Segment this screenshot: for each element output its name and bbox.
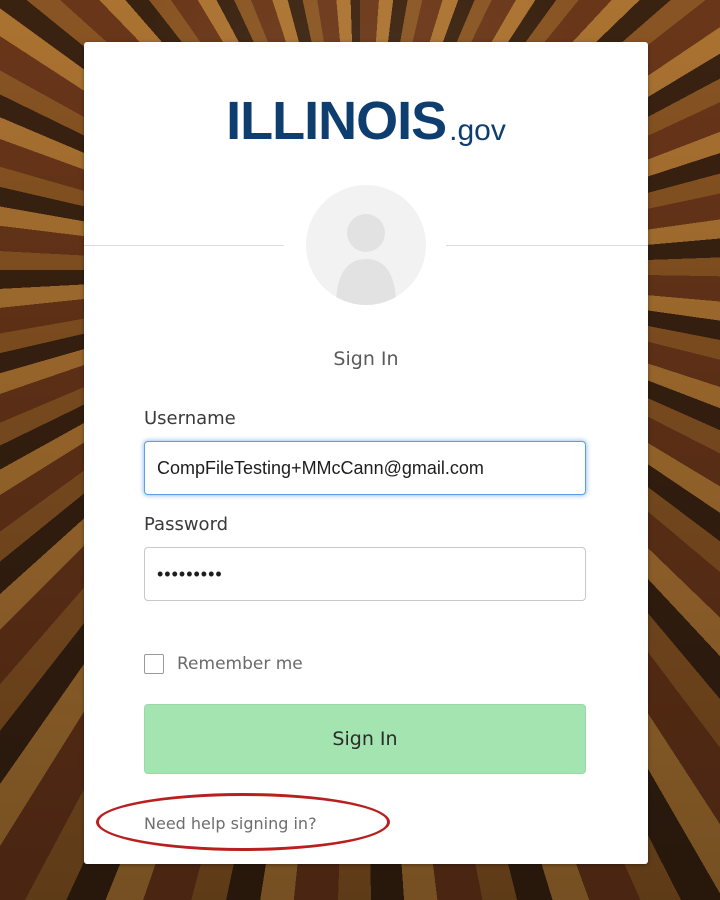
login-card: ILLINOIS .gov Sign In Username Password … <box>84 42 648 864</box>
user-avatar-icon <box>306 185 426 305</box>
illinois-gov-logo: ILLINOIS .gov <box>84 88 648 148</box>
logo-wordmark: ILLINOIS <box>226 91 447 151</box>
username-input[interactable] <box>144 441 586 495</box>
divider-left <box>84 245 284 246</box>
page-title: Sign In <box>333 348 399 370</box>
sign-in-button[interactable]: Sign In <box>144 704 586 774</box>
divider-right <box>446 245 648 246</box>
password-input[interactable] <box>144 547 586 601</box>
remember-checkbox[interactable] <box>144 654 164 674</box>
password-label: Password <box>144 514 229 535</box>
remember-label: Remember me <box>177 654 303 674</box>
username-label: Username <box>144 408 236 429</box>
need-help-link[interactable]: Need help signing in? <box>144 814 317 833</box>
logo-suffix: .gov <box>449 114 506 147</box>
remember-me[interactable]: Remember me <box>144 654 303 674</box>
